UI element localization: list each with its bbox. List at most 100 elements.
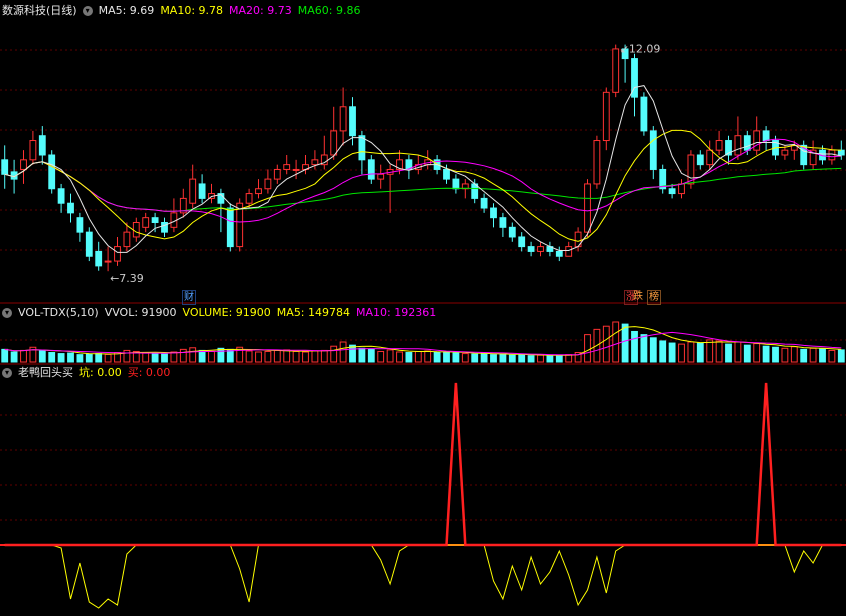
volume-bar	[518, 354, 526, 363]
candle-body	[20, 159, 27, 170]
candle-body	[377, 173, 385, 180]
volume-bar	[283, 349, 291, 363]
stock-title: 数源科技(日线)	[2, 4, 77, 17]
volume-bar	[696, 342, 704, 363]
candle-body	[584, 183, 591, 233]
vol-ma10-label: MA10: 192361	[356, 306, 437, 319]
volume-bar	[198, 349, 206, 363]
volume-bar	[490, 354, 497, 363]
candle-body	[123, 231, 131, 248]
candle-body	[828, 149, 836, 161]
volume-bar	[424, 350, 432, 363]
vol-settings-circle-icon[interactable]: ▾	[2, 308, 12, 318]
volume-bar	[649, 337, 657, 363]
candle-body	[264, 178, 272, 190]
ma5-label: MA5: 9.69	[98, 4, 155, 17]
volume-bar	[706, 339, 714, 363]
candle-body	[367, 159, 375, 180]
high-price-label: ↙12.09	[620, 43, 661, 56]
volume-bar	[715, 340, 723, 363]
volume-bar	[302, 351, 309, 363]
candle-body	[189, 178, 197, 204]
volume-bar	[527, 355, 535, 363]
settings-circle-icon[interactable]: ▾	[82, 6, 93, 16]
flow-line	[4, 544, 842, 609]
volume-bar	[687, 341, 695, 363]
candle-body	[649, 130, 657, 170]
volume-bar	[837, 349, 845, 363]
volume-bar	[367, 348, 375, 363]
candle-body	[452, 178, 460, 190]
volume-bar	[358, 347, 366, 363]
candle-body	[602, 91, 610, 142]
candle-body	[198, 183, 206, 199]
volume-bar	[602, 325, 610, 363]
volume-bar	[217, 347, 225, 363]
candle-body	[67, 202, 74, 214]
candle-body	[518, 236, 526, 248]
low-price-label: ←7.39	[110, 272, 144, 285]
volume-bar	[1, 348, 9, 363]
volume-bar	[659, 340, 667, 363]
indicator-header: ▾ 老鸭回头买 坑: 0.00 买: 0.00	[2, 366, 176, 380]
volume-bar	[339, 341, 347, 363]
candle-body	[837, 149, 845, 156]
candle-body	[565, 246, 573, 257]
volume-bar	[555, 355, 563, 363]
volume-bar	[208, 350, 215, 363]
die-badge: 跌	[633, 291, 643, 302]
volume-bar	[48, 352, 56, 363]
buy-signal-line	[4, 382, 842, 547]
candle-body	[311, 159, 319, 166]
volume-bar	[151, 353, 159, 363]
volume-bar	[20, 349, 27, 363]
volume-bar	[264, 350, 272, 363]
vol-name: VOL-TDX(5,10)	[18, 306, 99, 319]
candle-body	[226, 207, 234, 248]
volume-bar	[104, 353, 112, 363]
volume-bar	[809, 347, 817, 363]
volume-bar	[377, 350, 385, 363]
candle-body	[151, 217, 159, 224]
volume-bar	[320, 349, 328, 363]
ma10-label: MA10: 9.78	[160, 4, 224, 17]
candle-body	[245, 193, 253, 204]
price-header: 数源科技(日线) ▾ MA5: 9.69 MA10: 9.78 MA20: 9.73 MA…	[2, 4, 366, 18]
candle-body	[508, 226, 516, 238]
candle-body	[593, 140, 601, 185]
candle-body	[161, 222, 168, 233]
volume-bar	[640, 334, 648, 363]
candle-body	[283, 164, 291, 170]
volume-bar	[443, 352, 450, 363]
volume-bar	[255, 351, 262, 363]
volume-bar	[38, 350, 46, 363]
candle-body	[696, 154, 704, 166]
volume-bar	[76, 354, 84, 363]
candle-body	[753, 130, 761, 151]
volume-bar	[273, 349, 281, 363]
kang-label: 坑: 0.00	[79, 366, 122, 379]
volume-bar	[828, 349, 836, 363]
volume-bar	[781, 347, 789, 363]
candle-body	[38, 135, 46, 156]
candle-body	[132, 222, 140, 238]
volume-bar	[743, 344, 751, 363]
volume-bar	[480, 352, 488, 363]
candle-body	[678, 183, 685, 195]
candle-body	[734, 135, 742, 156]
volume-bar	[292, 350, 300, 363]
rank-badge[interactable]: 榜	[647, 290, 661, 305]
volume-bar	[85, 353, 93, 363]
volume-bar	[330, 345, 338, 363]
volume-bar	[508, 354, 516, 363]
vvol-label: VVOL: 91900	[104, 306, 177, 319]
candle-body	[612, 48, 620, 93]
ind-settings-circle-icon[interactable]: ▾	[2, 368, 12, 378]
finance-badge[interactable]: 财	[182, 290, 196, 305]
volume-bar	[170, 351, 178, 363]
candle-body	[527, 246, 535, 252]
volume-bar	[725, 343, 732, 363]
volume-bar	[471, 353, 479, 363]
volume-bar	[819, 348, 826, 363]
volume-bar	[584, 334, 591, 363]
